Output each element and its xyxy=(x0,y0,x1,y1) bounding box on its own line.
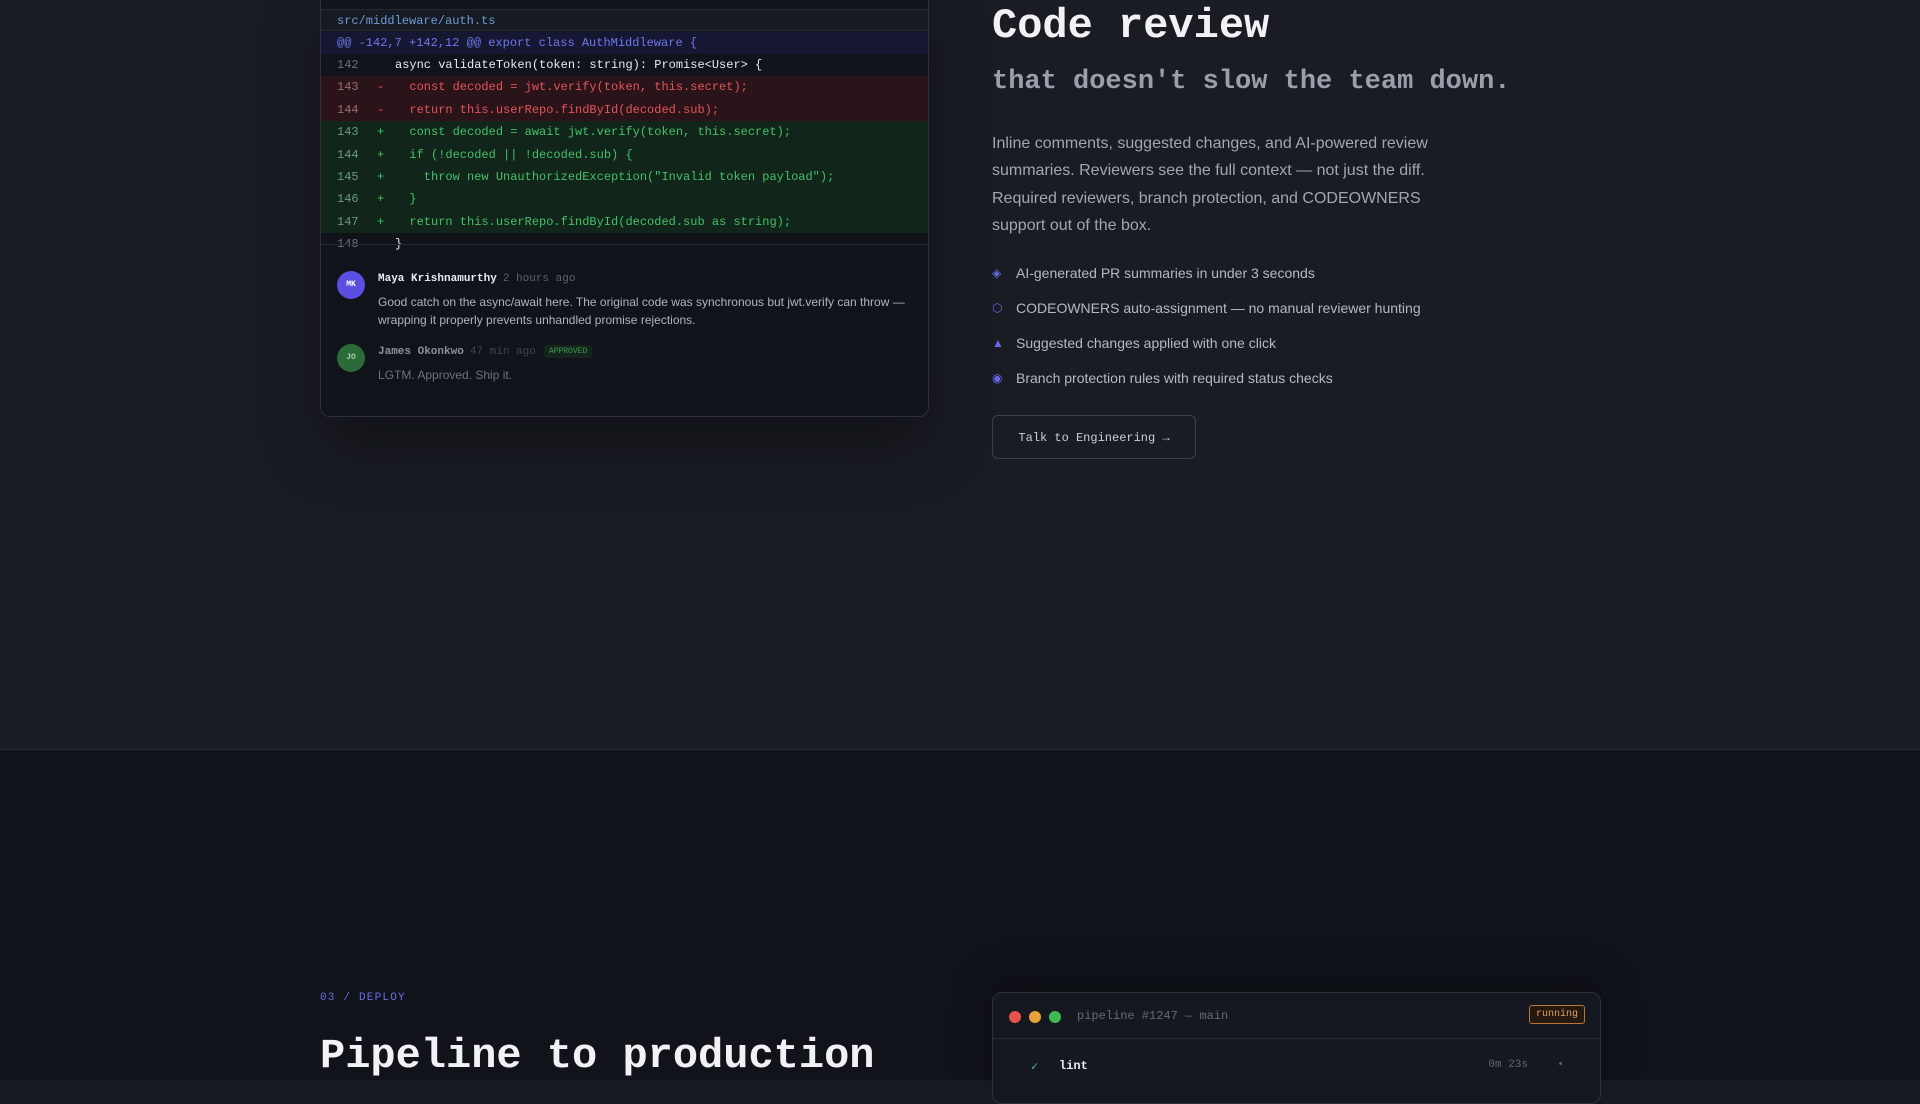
line-number: 143 xyxy=(337,125,359,140)
feature-item: ◈ AI-generated PR summaries in under 3 s… xyxy=(992,263,1592,298)
comment-time: 2 hours ago xyxy=(502,273,576,285)
talk-to-engineering-button[interactable]: Talk to Engineering → xyxy=(992,415,1196,459)
section-description: Inline comments, suggested changes, and … xyxy=(992,135,1428,234)
target-icon: ◉ xyxy=(992,371,1003,385)
code-text: } xyxy=(395,192,417,207)
code-text: throw new UnauthorizedException("Invalid… xyxy=(395,169,835,184)
diff-line[interactable]: 143 - const decoded = jwt.verify(token, t… xyxy=(321,76,928,99)
window-maximize-dot[interactable] xyxy=(1049,1011,1061,1023)
comment-text: LGTM. Approved. Ship it. xyxy=(378,368,513,382)
code-text: async validateToken(token: string): Prom… xyxy=(395,58,763,72)
line-number: 143 xyxy=(337,80,359,95)
section-eyebrow: 03 / DEPLOY xyxy=(320,992,406,1004)
pipeline-header: pipeline #1247 — main running xyxy=(993,993,1600,1039)
code-text: return this.userRepo.findById(decoded.su… xyxy=(395,214,792,229)
diamond-icon: ◈ xyxy=(992,266,1002,280)
stage-state: • xyxy=(1557,1059,1564,1071)
diff-line[interactable]: 147 + return this.userRepo.findById(decod… xyxy=(321,210,928,234)
diff-sign: + xyxy=(377,169,385,184)
feature-text: CODEOWNERS auto-assignment — no manual r… xyxy=(1016,300,1421,316)
triangle-icon: ▲ xyxy=(992,336,1004,350)
comment-body: James Okonkwo 47 min ago APPROVED LGTM. Ap… xyxy=(378,344,918,384)
status-badge: running xyxy=(1528,1005,1585,1024)
code-text: const decoded = jwt.verify(token, this.s… xyxy=(395,80,748,95)
comment-time: 47 min ago xyxy=(469,346,536,358)
deploy-section xyxy=(0,750,1920,1080)
stage-duration: 0m 23s xyxy=(1488,1059,1528,1071)
feature-item: ◉ Branch protection rules with required … xyxy=(992,368,1592,403)
diff-hunk-header: @@ -142,7 +142,12 @@ export class AuthMi… xyxy=(321,32,928,54)
line-number: 147 xyxy=(337,214,359,229)
feature-text: AI-generated PR summaries in under 3 sec… xyxy=(1016,265,1315,281)
comment-author[interactable]: James Okonkwo xyxy=(378,346,464,358)
diff-line[interactable]: 143 + const decoded = await jwt.verify(to… xyxy=(321,121,928,144)
line-number: 144 xyxy=(337,147,359,162)
diff-line[interactable]: 145 + throw new UnauthorizedException("In… xyxy=(321,165,928,189)
diff-line[interactable]: 146 + } xyxy=(321,188,928,211)
section-title: Pipeline to production xyxy=(320,1032,875,1080)
diff-file-path[interactable]: src/middleware/auth.ts xyxy=(321,9,928,31)
feature-text: Suggested changes applied with one click xyxy=(1016,335,1276,351)
comment-header: Maya Krishnamurthy 2 hours ago xyxy=(378,271,918,287)
line-number: 145 xyxy=(337,169,359,184)
line-number: 146 xyxy=(337,192,359,207)
window-minimize-dot[interactable] xyxy=(1029,1011,1041,1023)
feature-list: ◈ AI-generated PR summaries in under 3 s… xyxy=(992,263,1592,403)
code-text: return this.userRepo.findById(decoded.su… xyxy=(395,102,720,117)
diff-line[interactable]: 144 + if (!decoded || !decoded.sub) { xyxy=(321,143,928,166)
diff-sign: - xyxy=(377,80,385,95)
window-close-dot[interactable] xyxy=(1009,1011,1021,1023)
section-subtitle: that doesn't slow the team down. xyxy=(992,67,1511,97)
comment-header: James Okonkwo 47 min ago APPROVED xyxy=(378,344,918,360)
diff-sign: + xyxy=(377,147,385,162)
diff-sign: + xyxy=(377,125,385,140)
line-number: 142 xyxy=(337,58,359,72)
feature-item: ⬡ CODEOWNERS auto-assignment — no manual… xyxy=(992,298,1592,333)
diff-sign: + xyxy=(377,214,385,229)
pipeline-card: pipeline #1247 — main running ✓ lint 0m … xyxy=(992,992,1601,1104)
review-comment: JO James Okonkwo 47 min ago APPROVED LGTM.… xyxy=(337,344,912,384)
diff-sign: + xyxy=(377,192,385,207)
diff-divider xyxy=(321,244,928,245)
pipeline-stage[interactable]: ✓ lint 0m 23s • xyxy=(993,1059,1600,1079)
approved-badge: APPROVED xyxy=(543,345,593,358)
pipeline-title: pipeline #1247 — main xyxy=(1077,1009,1229,1023)
review-comment: MK Maya Krishnamurthy 2 hours ago Good ca… xyxy=(337,271,912,327)
line-number: 144 xyxy=(337,102,359,117)
diff-line[interactable]: 144 - return this.userRepo.findById(decod… xyxy=(321,98,928,122)
feature-item: ▲ Suggested changes applied with one cli… xyxy=(992,333,1592,368)
code-text: if (!decoded || !decoded.sub) { xyxy=(395,147,633,162)
code-text: const decoded = await jwt.verify(token, … xyxy=(395,125,792,140)
diff-sign: - xyxy=(377,102,385,117)
diff-review-card: src/middleware/auth.ts @@ -142,7 +142,12… xyxy=(320,0,929,417)
diff-lines: 142 async validateToken(token: string): P… xyxy=(321,54,928,256)
code-review-section: src/middleware/auth.ts @@ -142,7 +142,12… xyxy=(0,0,1920,749)
hexagon-icon: ⬡ xyxy=(992,301,1003,315)
stage-name: lint xyxy=(1059,1059,1088,1073)
diff-line[interactable]: 142 async validateToken(token: string): P… xyxy=(321,54,928,76)
feature-text: Branch protection rules with required st… xyxy=(1016,370,1333,386)
section-title: Code review xyxy=(992,2,1270,50)
avatar[interactable]: MK xyxy=(337,271,365,299)
check-icon: ✓ xyxy=(1031,1060,1039,1074)
comment-author[interactable]: Maya Krishnamurthy xyxy=(378,273,497,285)
comment-body: Maya Krishnamurthy 2 hours ago Good catch… xyxy=(378,271,918,329)
comment-text: Good catch on the async/await here. The … xyxy=(378,295,905,327)
avatar[interactable]: JO xyxy=(337,344,365,372)
